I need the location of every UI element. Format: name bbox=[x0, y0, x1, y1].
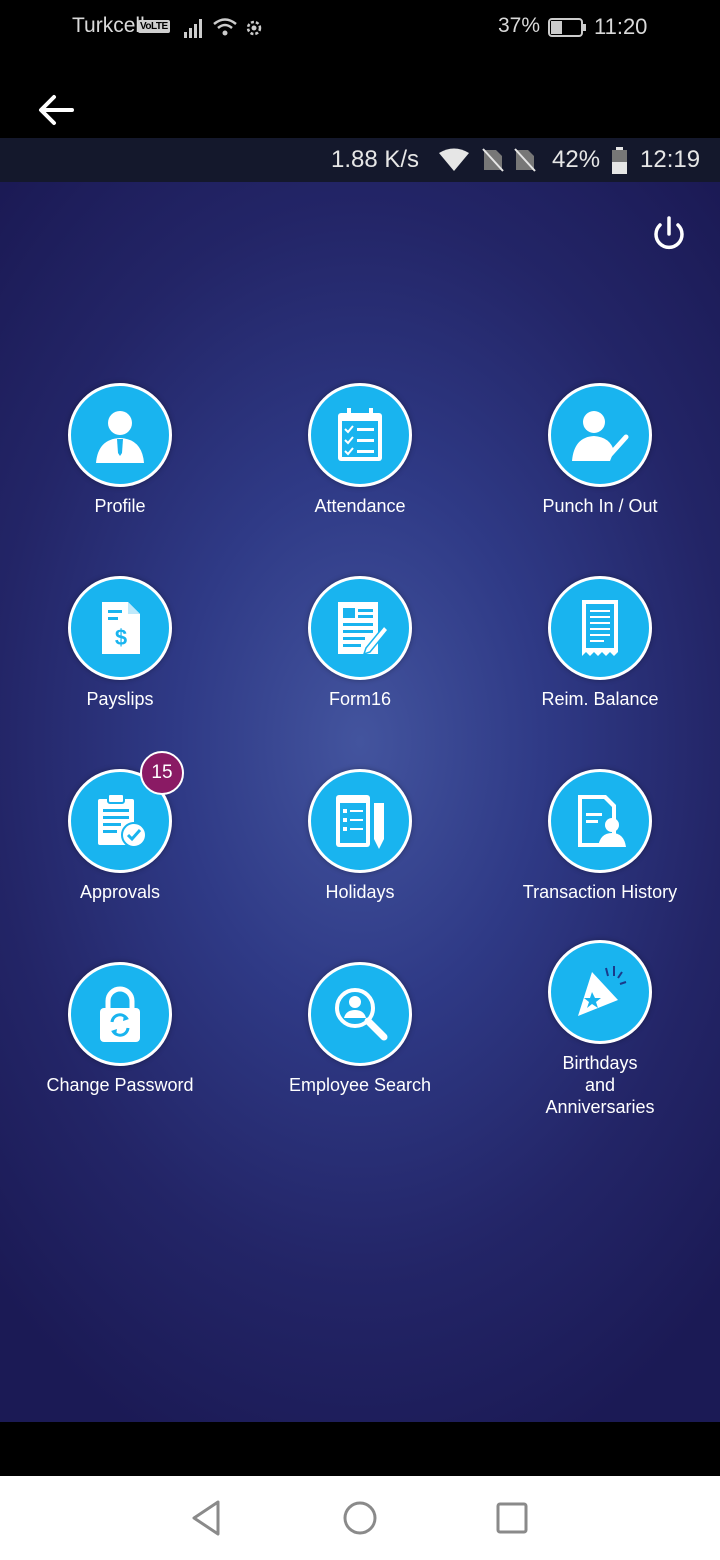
back-triangle-icon[interactable] bbox=[186, 1498, 226, 1538]
menu-label: Approvals bbox=[79, 882, 161, 902]
menu-label: Payslips bbox=[86, 689, 154, 709]
menu-label: Change Password bbox=[46, 1075, 194, 1095]
no-sim-icon bbox=[482, 148, 504, 172]
payslips-button[interactable]: $ bbox=[68, 576, 172, 680]
list-pen-icon bbox=[336, 795, 384, 849]
person-icon bbox=[96, 411, 144, 463]
menu-label-line: and bbox=[584, 1075, 616, 1095]
calendar-checklist-icon bbox=[338, 408, 382, 461]
volte-badge: VoLTE bbox=[138, 20, 170, 33]
employee-search-button[interactable] bbox=[308, 962, 412, 1066]
menu-label-line: Birthdays bbox=[562, 1053, 638, 1073]
no-sim-icon bbox=[514, 148, 536, 172]
lock-refresh-icon bbox=[100, 986, 140, 1042]
bottom-bar-spacer bbox=[0, 1422, 720, 1476]
reim-balance-button[interactable] bbox=[548, 576, 652, 680]
menu-label: Punch In / Out bbox=[542, 496, 658, 516]
menu-label: Attendance bbox=[314, 496, 406, 516]
menu-label: Employee Search bbox=[288, 1075, 432, 1095]
profile-button[interactable] bbox=[68, 383, 172, 487]
menu-label: Profile bbox=[94, 496, 146, 516]
party-popper-icon bbox=[578, 966, 627, 1016]
menu-label-line: Anniversaries bbox=[545, 1097, 655, 1117]
dashboard: Profile Attendance Punch In / Out $ Pays… bbox=[0, 182, 720, 1422]
notification-badge: 15 bbox=[140, 751, 184, 795]
system-nav-bar bbox=[0, 1476, 720, 1560]
punch-in-out-button[interactable] bbox=[548, 383, 652, 487]
battery-percent: 42% bbox=[552, 146, 601, 173]
document-person-icon bbox=[578, 795, 626, 847]
attendance-button[interactable] bbox=[308, 383, 412, 487]
home-circle-icon[interactable] bbox=[340, 1498, 380, 1538]
receipt-icon bbox=[582, 600, 618, 656]
clipboard-check-icon bbox=[98, 793, 147, 848]
menu-label: Form16 bbox=[328, 689, 391, 709]
transaction-history-button[interactable] bbox=[548, 769, 652, 873]
recents-square-icon[interactable] bbox=[492, 1498, 532, 1538]
menu-label: Holidays bbox=[325, 882, 395, 902]
battery-percent: 37% bbox=[498, 14, 541, 37]
menu-label: Transaction History bbox=[522, 882, 678, 902]
person-check-icon bbox=[572, 411, 629, 461]
wifi-icon bbox=[213, 18, 237, 36]
phone-status-bar: Turkcell VoLTE 37% 11:20 bbox=[0, 0, 720, 56]
settings-gear-icon bbox=[246, 20, 262, 36]
svg-text:$: $ bbox=[115, 625, 127, 650]
person-search-icon bbox=[335, 988, 388, 1041]
signal-icon bbox=[184, 19, 202, 38]
form16-button[interactable] bbox=[308, 576, 412, 680]
battery-icon bbox=[612, 147, 627, 174]
menu-label: Birthdays and Anniversaries bbox=[490, 1052, 710, 1118]
back-arrow-icon[interactable] bbox=[32, 86, 80, 134]
app-bar bbox=[0, 56, 720, 138]
network-speed: 1.88 K/s bbox=[331, 146, 420, 173]
form-document-icon bbox=[338, 602, 390, 656]
battery-icon bbox=[548, 18, 586, 37]
holidays-button[interactable] bbox=[308, 769, 412, 873]
menu-label: Reim. Balance bbox=[541, 689, 659, 709]
birthdays-anniversaries-button[interactable] bbox=[548, 940, 652, 1044]
clock: 12:19 bbox=[640, 146, 701, 173]
dollar-document-icon: $ bbox=[102, 602, 140, 654]
change-password-button[interactable] bbox=[68, 962, 172, 1066]
clock: 11:20 bbox=[594, 14, 648, 39]
power-icon[interactable] bbox=[648, 214, 690, 256]
carrier-name: Turkcell bbox=[72, 14, 145, 37]
wifi-icon bbox=[439, 148, 469, 171]
inner-status-bar: 1.88 K/s 42% 12:19 bbox=[0, 138, 720, 182]
